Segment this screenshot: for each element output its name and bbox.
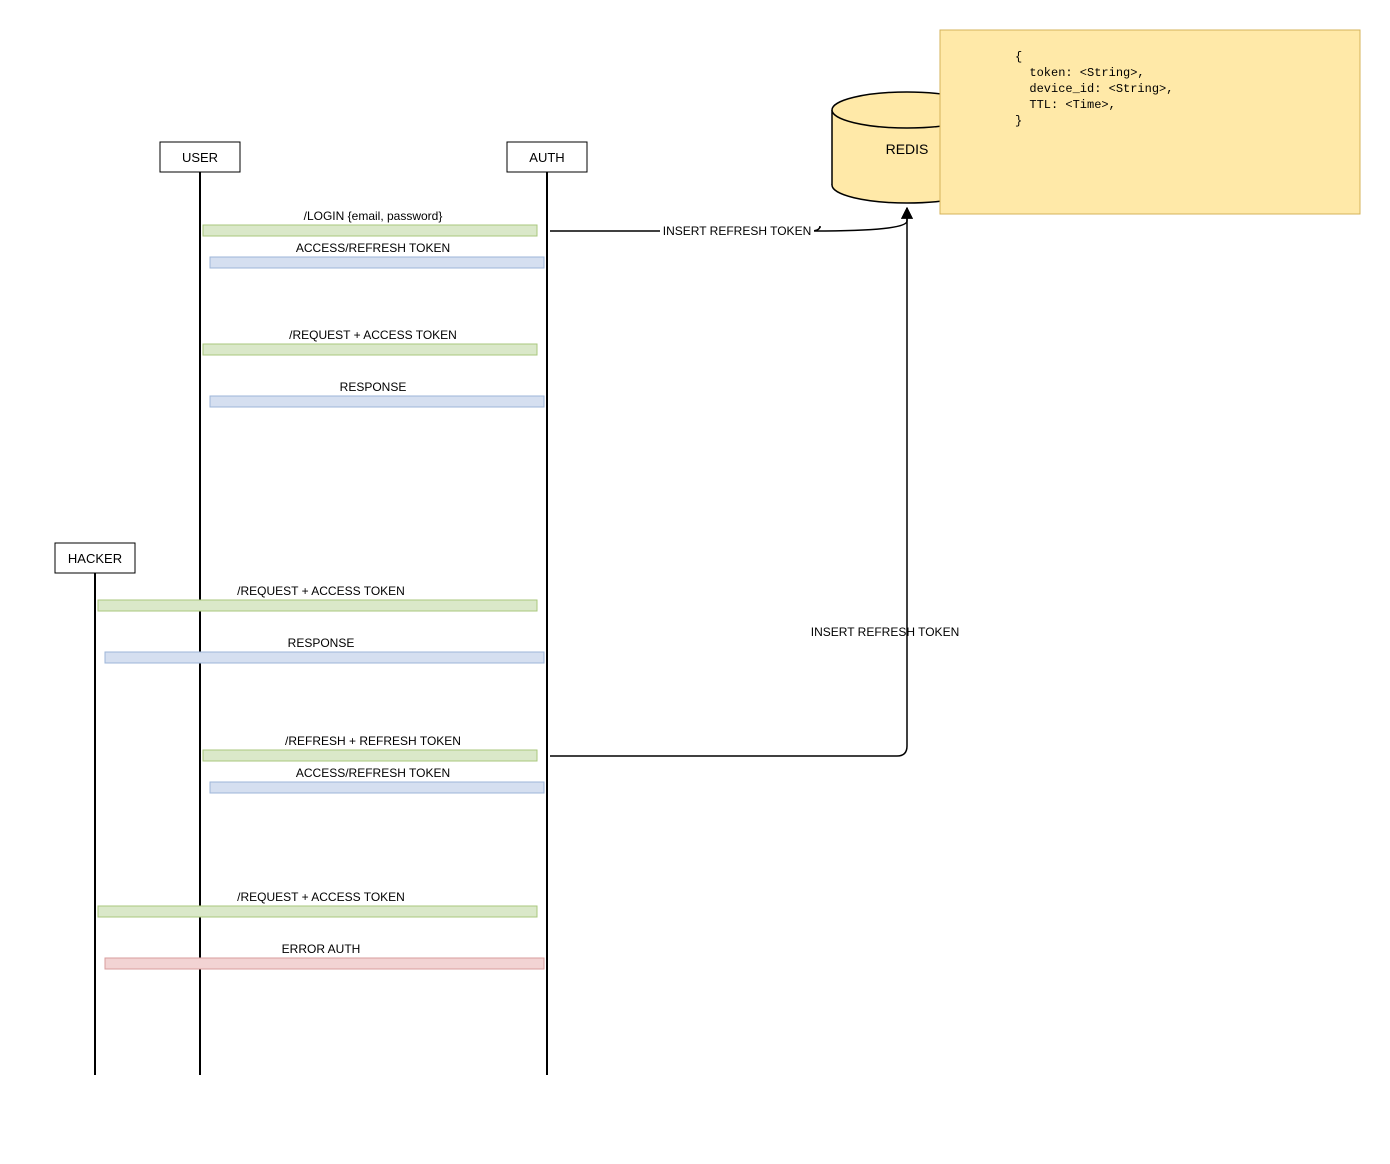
svg-text:/REQUEST + ACCESS TOKEN: /REQUEST + ACCESS TOKEN [289,328,457,342]
svg-text:RESPONSE: RESPONSE [340,380,407,394]
svg-text:INSERT REFRESH TOKEN: INSERT REFRESH TOKEN [663,224,811,238]
redis-label: REDIS [886,141,929,157]
msg-request-hacker: /REQUEST + ACCESS TOKEN [98,584,543,611]
insert-refresh-2: INSERT REFRESH TOKEN [550,208,959,756]
user-header: USER [160,142,240,172]
sequence-diagram: REDIS { token: <String>, device_id: <Str… [0,0,1390,1164]
msg-request-1: /REQUEST + ACCESS TOKEN [203,328,543,355]
svg-text:/REQUEST + ACCESS TOKEN: /REQUEST + ACCESS TOKEN [237,890,405,904]
svg-text:ACCESS/REFRESH TOKEN: ACCESS/REFRESH TOKEN [296,766,450,780]
svg-text:/REFRESH + REFRESH TOKEN: /REFRESH + REFRESH TOKEN [285,734,461,748]
msg-response-1: RESPONSE [204,380,544,407]
svg-text:ERROR AUTH: ERROR AUTH [282,942,361,956]
svg-text:/LOGIN {email, password}: /LOGIN {email, password} [304,209,443,223]
user-label: USER [182,150,218,165]
auth-label: AUTH [529,150,564,165]
note-line5: } [1015,114,1022,128]
hacker-header: HACKER [55,543,135,573]
msg-access-refresh-2: ACCESS/REFRESH TOKEN [204,766,544,793]
note-line3: device_id: <String>, [1015,82,1173,96]
msg-response-hacker: RESPONSE [99,636,544,663]
svg-text:/REQUEST + ACCESS TOKEN: /REQUEST + ACCESS TOKEN [237,584,405,598]
svg-text:INSERT REFRESH TOKEN: INSERT REFRESH TOKEN [811,625,959,639]
note-line2: token: <String>, [1015,66,1145,80]
svg-text:ACCESS/REFRESH TOKEN: ACCESS/REFRESH TOKEN [296,241,450,255]
insert-refresh-1: INSERT REFRESH TOKEN [550,208,907,238]
msg-refresh: /REFRESH + REFRESH TOKEN [203,734,543,761]
svg-text:RESPONSE: RESPONSE [288,636,355,650]
msg-error-auth: ERROR AUTH [99,942,544,969]
msg-login: /LOGIN {email, password} [203,209,543,236]
note-line1: { [1015,50,1022,64]
note-box: { token: <String>, device_id: <String>, … [940,30,1360,214]
hacker-label: HACKER [68,551,122,566]
msg-access-refresh-1: ACCESS/REFRESH TOKEN [204,241,544,268]
auth-header: AUTH [507,142,587,172]
msg-request-hacker-2: /REQUEST + ACCESS TOKEN [98,890,543,917]
note-line4: TTL: <Time>, [1015,98,1116,112]
